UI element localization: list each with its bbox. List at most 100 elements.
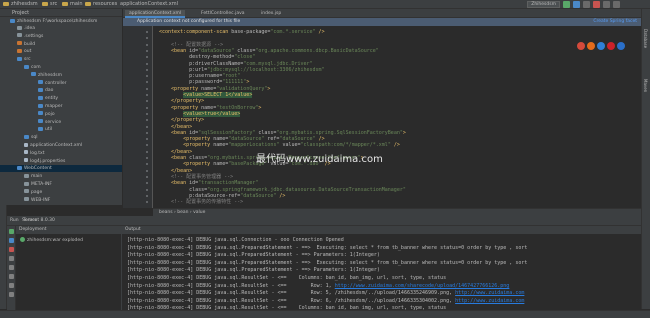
tree-item[interactable]: page — [0, 189, 42, 196]
safari-icon[interactable] — [597, 42, 605, 50]
tree-item[interactable]: log.txt — [0, 150, 44, 157]
fold-marker[interactable] — [146, 81, 148, 84]
breadcrumb-main[interactable]: main — [70, 1, 83, 8]
folder-icon — [38, 103, 43, 108]
settings-icon[interactable] — [9, 274, 14, 279]
tree-item[interactable]: entity — [0, 95, 58, 102]
tree-item[interactable]: .settings — [0, 33, 43, 40]
fold-marker[interactable] — [146, 43, 148, 46]
tab-index-jsp[interactable]: index.jsp — [257, 10, 285, 18]
breadcrumb-project[interactable]: zhihesdsm — [11, 1, 38, 8]
log-link[interactable]: http://www.zuidaima.com/sharecode/upload… — [335, 283, 510, 289]
code-token: "org.mybatis.spring.SqlSessionFactoryBea… — [276, 129, 403, 136]
maven-tool-tab[interactable]: Maven — [643, 79, 648, 92]
fold-marker[interactable] — [146, 188, 148, 191]
log-link[interactable]: http://www.zuidaima.com — [455, 290, 524, 296]
opera-icon[interactable] — [607, 42, 615, 50]
fold-marker[interactable] — [146, 194, 148, 197]
fold-marker[interactable] — [146, 125, 148, 128]
fold-marker[interactable] — [146, 106, 148, 109]
create-spring-facet-link[interactable]: Create Spring facet — [593, 18, 637, 26]
fold-marker[interactable] — [146, 112, 148, 115]
log-link[interactable]: http://www.zuidaima.com — [455, 298, 524, 304]
stop-icon[interactable] — [593, 1, 600, 8]
run-icon[interactable] — [563, 1, 570, 8]
fold-marker[interactable] — [146, 94, 148, 96]
tree-item[interactable]: out — [0, 48, 31, 55]
code-token: <!-- 配置事务管理器 --> — [159, 173, 234, 180]
tree-item[interactable]: .idea — [0, 25, 35, 32]
tree-item[interactable]: sql — [0, 134, 37, 141]
tree-item[interactable]: log4j.properties — [0, 158, 65, 165]
fold-marker[interactable] — [146, 175, 148, 178]
fold-marker[interactable] — [146, 157, 148, 159]
breadcrumb-file[interactable]: applicationContext.xml — [120, 1, 178, 8]
log-text: [http-nio-8080-exec-4] DEBUG java.sql.Pr… — [127, 252, 380, 259]
update-icon[interactable] — [9, 238, 14, 243]
fold-marker[interactable] — [146, 49, 148, 52]
tree-item[interactable]: dao — [0, 87, 53, 94]
fold-marker[interactable] — [146, 37, 148, 40]
code-editor[interactable]: <context:component-scan base-package="co… — [153, 26, 641, 208]
rerun-icon[interactable] — [9, 229, 14, 234]
fold-marker[interactable] — [146, 150, 148, 153]
fold-marker[interactable] — [146, 62, 148, 65]
fold-marker[interactable] — [146, 182, 148, 185]
database-tool-tab[interactable]: Database — [643, 29, 648, 48]
tree-item[interactable]: main — [0, 173, 42, 180]
help-icon[interactable] — [613, 1, 620, 8]
breadcrumb-src[interactable]: src — [50, 1, 57, 8]
code-token: p:username= — [159, 73, 223, 80]
chrome-icon[interactable] — [577, 42, 585, 50]
fold-marker[interactable] — [146, 68, 148, 71]
fold-marker[interactable] — [146, 138, 148, 141]
tree-item[interactable]: pojo — [0, 111, 55, 118]
fold-marker[interactable] — [146, 31, 148, 33]
fold-marker[interactable] — [146, 119, 148, 122]
tree-item[interactable]: service — [0, 119, 61, 126]
tree-item[interactable]: src — [0, 56, 31, 63]
tree-item[interactable]: zhihesdsm — [0, 72, 62, 79]
tree-item[interactable]: util — [0, 126, 52, 133]
fold-marker[interactable] — [146, 163, 148, 166]
editor-breadcrumb[interactable]: beans › bean › value — [153, 208, 641, 216]
notification-text: Application context not configured for t… — [137, 19, 241, 24]
firefox-icon[interactable] — [587, 42, 595, 50]
fold-marker[interactable] — [146, 144, 148, 147]
stop-icon[interactable] — [9, 247, 14, 252]
deploy-icon[interactable] — [9, 265, 14, 270]
tree-item[interactable]: build — [0, 41, 35, 48]
fold-marker[interactable] — [146, 100, 148, 103]
tree-item[interactable]: com — [0, 64, 41, 71]
fold-marker[interactable] — [146, 75, 148, 78]
tree-root[interactable]: zhihesdsm F:\workspace\zhihesdsm — [10, 18, 97, 25]
settings-icon[interactable] — [603, 1, 610, 8]
deployment-item[interactable]: zhihesdsm:war exploded — [16, 237, 121, 243]
ie-icon[interactable] — [617, 42, 625, 50]
coverage-icon[interactable] — [583, 1, 590, 8]
fold-marker[interactable] — [146, 169, 148, 172]
pin-icon[interactable] — [9, 283, 14, 288]
tree-item[interactable]: WebContent — [0, 165, 122, 173]
tab-controller[interactable]: FettlControllec.java — [197, 10, 249, 18]
tree-item[interactable]: mapper — [0, 103, 62, 110]
tree-item[interactable]: META-INF — [0, 181, 52, 188]
fold-marker[interactable] — [146, 201, 148, 204]
fold-marker[interactable] — [146, 56, 148, 59]
debug-icon[interactable] — [573, 1, 580, 8]
fold-marker[interactable] — [146, 131, 148, 134]
project-panel-title[interactable]: Project — [0, 9, 122, 17]
breadcrumb-resources[interactable]: resources — [93, 1, 117, 8]
run-config-select[interactable]: Zhihesdsm — [527, 1, 560, 8]
fold-marker[interactable] — [146, 87, 148, 90]
tree-item[interactable]: applicationContext.xml — [0, 142, 82, 149]
project-panel: Project zhihesdsm F:\workspace\zhihesdsm… — [0, 9, 123, 205]
tree-item[interactable]: controller — [0, 80, 66, 87]
close-icon[interactable] — [9, 292, 14, 297]
tree-item[interactable]: WEB-INF — [0, 197, 50, 204]
console-output[interactable]: [http-nio-8080-exec-4] DEBUG java.sql.Co… — [122, 234, 641, 310]
pause-icon[interactable] — [9, 256, 14, 261]
tab-server[interactable]: Server — [22, 217, 37, 225]
tab-application-context[interactable]: applicationContext.xml — [125, 10, 186, 18]
